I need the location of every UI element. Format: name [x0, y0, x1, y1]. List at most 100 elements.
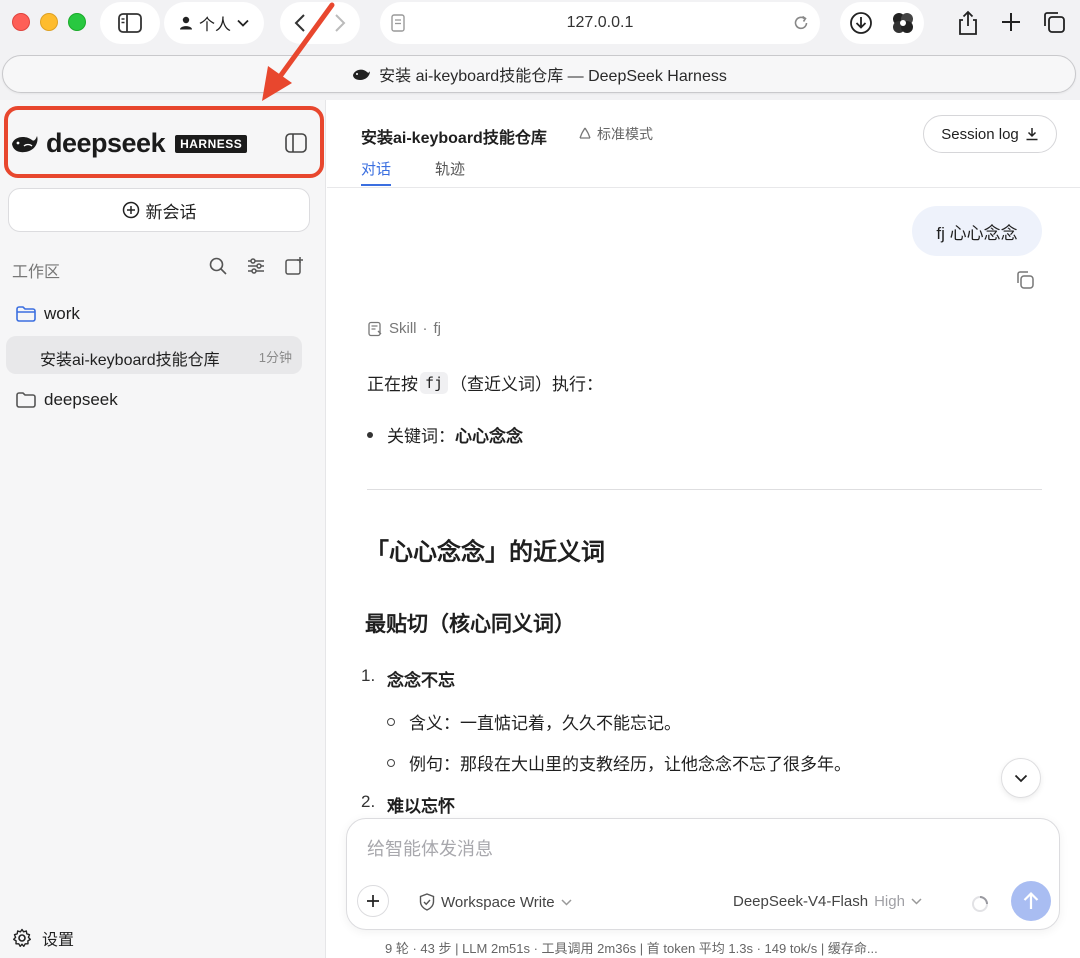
arrow-up-icon — [1023, 891, 1039, 909]
list-number: 1. — [361, 666, 376, 685]
new-chat-button[interactable]: 新会话 — [8, 188, 310, 232]
tab-active-underline — [361, 184, 391, 186]
tab-overview-icon[interactable] — [1042, 10, 1066, 34]
new-chat-label: 新会话 — [145, 202, 197, 222]
session-item-active[interactable]: 安装ai-keyboard技能仓库 1分钟 — [6, 336, 302, 374]
filter-icon[interactable] — [246, 256, 266, 276]
sidebar-toggle-button[interactable] — [100, 2, 160, 44]
list-term: 难以忘怀 — [387, 797, 455, 816]
download-icon — [1026, 128, 1038, 141]
folder-deepseek[interactable]: deepseek — [16, 390, 118, 410]
permission-select[interactable]: Workspace Write — [419, 893, 572, 911]
sub-bullet — [387, 717, 395, 726]
collapse-sidebar-icon[interactable] — [285, 133, 307, 153]
status-bar: 9 轮 · 43 步 | LLM 2m51s · 工具调用 2m36s | 首 … — [385, 941, 878, 956]
answer-heading: 「心心念念」的近义词 — [365, 539, 605, 566]
list-item: 1. 念念不忘 — [361, 666, 455, 691]
loading-spinner-icon — [972, 896, 988, 912]
annotation-arrow-icon — [262, 2, 335, 101]
exec-prefix: 正在按 — [367, 375, 418, 394]
folder-work[interactable]: work — [16, 304, 80, 324]
url-text: 127.0.0.1 — [566, 14, 634, 31]
attach-button[interactable] — [357, 885, 389, 917]
mode-indicator[interactable]: 标准模式 — [577, 124, 653, 144]
sub-list-item: 例句：那段在大山里的支教经历，让他念念不忘了很多年。 — [387, 750, 851, 775]
sidebar: deepseek HARNESS 新会话 工作区 work 安装ai-keybo… — [0, 100, 326, 958]
list-number: 2. — [361, 792, 376, 811]
extension-icon[interactable] — [890, 11, 916, 35]
recycle-icon — [579, 127, 591, 139]
tab-chat[interactable]: 对话 — [361, 158, 391, 179]
workspace-label: 工作区 — [12, 264, 61, 281]
model-select[interactable]: DeepSeek-V4-Flash High — [733, 893, 922, 910]
profile-label: 个人 — [198, 17, 231, 34]
session-log-label: Session log — [941, 125, 1019, 143]
deepseek-favicon-icon — [353, 69, 371, 80]
sub-list-item: 含义：一直惦记着，久久不能忘记。 — [387, 709, 681, 734]
copy-icon[interactable] — [1015, 270, 1035, 290]
reload-icon[interactable] — [792, 14, 810, 32]
example-text: 例句：那段在大山里的支教经历，让他念念不忘了很多年。 — [409, 755, 851, 774]
folder-open-icon — [16, 306, 36, 322]
session-log-button[interactable]: Session log — [923, 115, 1057, 153]
answer-subheading: 最贴切（核心同义词） — [365, 613, 575, 636]
window-close-button[interactable] — [12, 13, 30, 31]
message-composer: Workspace Write DeepSeek-V4-Flash High — [346, 818, 1060, 930]
person-icon — [179, 16, 192, 30]
keyword-value: 心心念念 — [455, 427, 523, 446]
chevron-down-icon — [237, 19, 249, 27]
list-item: 2. 难以忘怀 — [361, 792, 455, 817]
brand-logo: deepseek HARNESS — [10, 128, 248, 159]
window-zoom-button[interactable] — [68, 13, 86, 31]
browser-toolbar: 个人 127.0.0.1 安装 ai-keyboard技能仓库 — DeepSe… — [0, 0, 1080, 100]
meaning-text: 含义：一直惦记着，久久不能忘记。 — [409, 714, 681, 733]
new-folder-icon[interactable] — [284, 256, 304, 276]
window-minimize-button[interactable] — [40, 13, 58, 31]
chevron-down-icon — [561, 898, 572, 906]
new-tab-icon[interactable] — [1000, 11, 1022, 33]
extension-buttons — [840, 2, 924, 44]
skill-separator: · — [422, 320, 428, 337]
list-term: 念念不忘 — [387, 671, 455, 690]
main-panel: 安装ai-keyboard技能仓库 标准模式 Session log 对话 轨迹… — [327, 100, 1080, 958]
folder-icon — [16, 392, 36, 408]
sub-bullet — [387, 758, 395, 767]
session-time: 1分钟 — [258, 350, 292, 365]
tab-title: 安装 ai-keyboard技能仓库 — DeepSeek Harness — [379, 68, 727, 85]
skill-name: fj — [433, 320, 442, 337]
workspace-tools — [208, 256, 304, 276]
inline-code: fj — [420, 371, 449, 394]
tab-trace[interactable]: 轨迹 — [435, 158, 465, 179]
bullet-dot — [367, 431, 373, 438]
send-button[interactable] — [1011, 881, 1051, 921]
brand-name: deepseek — [46, 128, 166, 158]
skill-icon — [368, 321, 382, 336]
header-divider — [327, 187, 1080, 188]
shield-icon — [419, 893, 435, 911]
chevron-down-icon — [1014, 774, 1028, 782]
download-icon[interactable] — [849, 11, 873, 35]
message-input[interactable] — [367, 839, 967, 860]
profile-button[interactable]: 个人 — [164, 2, 264, 44]
brand-badge: HARNESS — [175, 134, 248, 153]
settings-label: 设置 — [42, 932, 75, 949]
execution-note: 正在按 fj （查近义词）执行： — [367, 370, 603, 395]
plus-circle-icon — [122, 201, 139, 219]
section-divider — [367, 489, 1042, 490]
user-message-text: fj 心心念念 — [936, 223, 1018, 243]
plus-icon — [367, 895, 379, 907]
permission-label: Workspace Write — [441, 893, 555, 911]
address-bar[interactable]: 127.0.0.1 — [380, 2, 820, 44]
skill-label: Skill — [389, 320, 417, 337]
keyword-bullet: 关键词： 心心念念 — [367, 422, 523, 447]
settings-button[interactable]: 设置 — [12, 926, 74, 950]
model-name: DeepSeek-V4-Flash — [733, 893, 869, 910]
scroll-to-bottom-button[interactable] — [1001, 758, 1041, 798]
search-icon[interactable] — [208, 256, 228, 276]
sidebar-icon — [118, 13, 142, 33]
mode-label: 标准模式 — [597, 126, 653, 142]
share-icon[interactable] — [956, 10, 980, 36]
model-level: High — [874, 893, 905, 910]
active-tab[interactable]: 安装 ai-keyboard技能仓库 — DeepSeek Harness — [2, 55, 1076, 93]
gear-icon — [13, 928, 31, 947]
